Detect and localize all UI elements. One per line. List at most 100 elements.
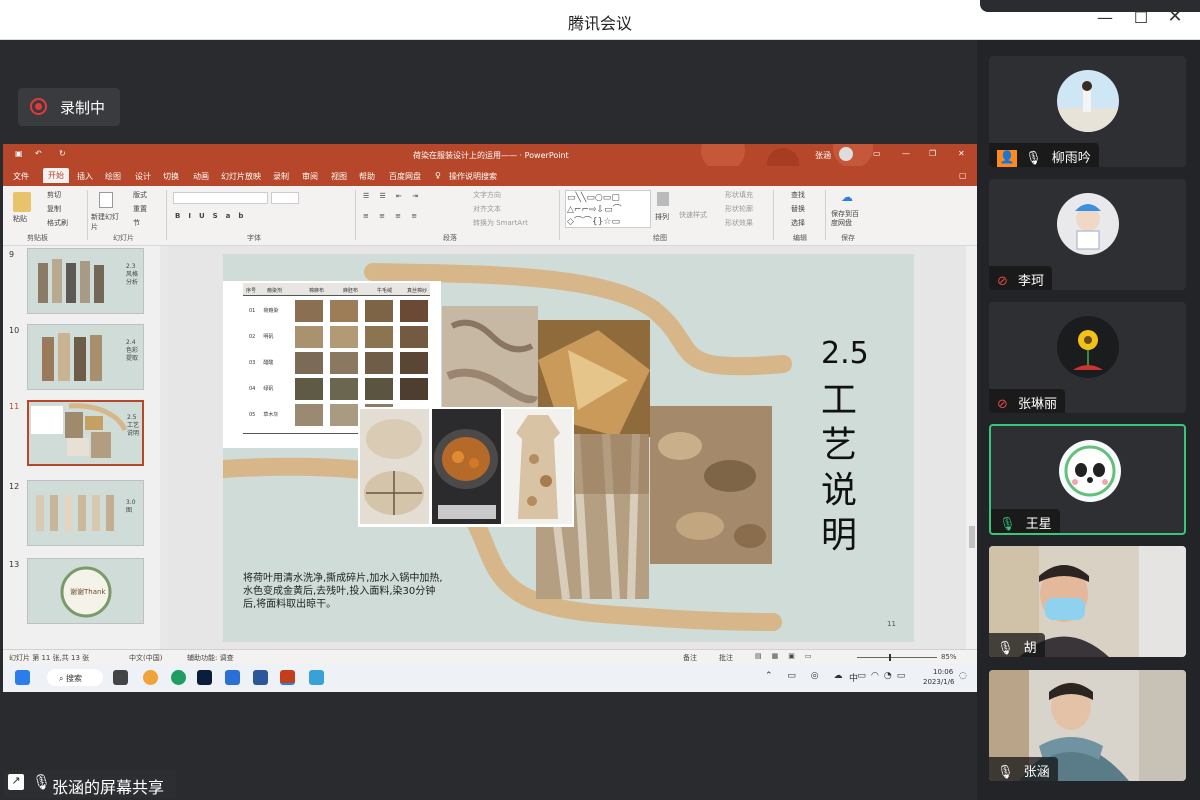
word-icon[interactable]: [253, 670, 268, 685]
ppt-restore-icon[interactable]: ❐: [929, 149, 936, 158]
section-button[interactable]: 节: [133, 218, 140, 228]
paste-icon[interactable]: [13, 192, 31, 212]
cut-button[interactable]: 剪切: [47, 190, 61, 200]
zoom-level[interactable]: 85%: [941, 653, 957, 661]
list-icons[interactable]: ☰ ☰ ⇤ ⇥: [363, 192, 422, 200]
participant-tile[interactable]: 🎙 张涵: [989, 670, 1186, 781]
participant-tile-active[interactable]: 🎙 王星: [989, 424, 1186, 535]
clock-time[interactable]: 10:06: [933, 668, 953, 676]
comment-icon[interactable]: ▢: [959, 171, 967, 180]
align-text-button[interactable]: 对齐文本: [473, 204, 501, 214]
paste-button[interactable]: 粘贴: [13, 214, 27, 224]
replace-button[interactable]: 替换: [791, 204, 805, 214]
shapes-gallery[interactable]: ▭╲╲▭○▭▢ △⌐⌐⇨⇩▭⌒ ◇⌒⌒{}☆▭: [565, 190, 651, 228]
layout-button[interactable]: 版式: [133, 190, 147, 200]
slide-thumbnail-12[interactable]: 3.0图: [27, 480, 144, 546]
shape-effects-button[interactable]: 形状效果: [725, 218, 753, 228]
ppt-close-icon[interactable]: ✕: [958, 149, 965, 158]
slide-thumbnail-13[interactable]: 谢谢Thank: [27, 558, 144, 624]
close-icon[interactable]: ✕: [1163, 6, 1187, 27]
save-icon[interactable]: ▣: [15, 149, 23, 158]
meeting-app-icon[interactable]: [225, 670, 240, 685]
notes-button[interactable]: 备注: [683, 653, 697, 663]
tab-design[interactable]: 设计: [135, 171, 151, 182]
slide-thumbnail-11[interactable]: 2.5工艺说明: [27, 400, 144, 466]
photoshop-icon[interactable]: [197, 670, 212, 685]
shape-outline-button[interactable]: 形状轮廓: [725, 204, 753, 214]
ppt-minimize-icon[interactable]: —: [902, 149, 910, 158]
tab-record[interactable]: 录制: [273, 171, 289, 182]
powerpoint-icon[interactable]: [280, 670, 295, 685]
user-avatar-icon[interactable]: [839, 147, 853, 161]
row-number: 05: [249, 412, 256, 418]
participant-tile[interactable]: ⊘ 李珂: [989, 179, 1186, 290]
view-icons[interactable]: ▤▦▣▭: [755, 652, 821, 660]
scroll-thumb[interactable]: [969, 526, 975, 548]
tab-insert[interactable]: 插入: [77, 171, 93, 182]
start-icon[interactable]: [15, 670, 30, 685]
zoom-slider[interactable]: [857, 654, 937, 661]
minimize-icon[interactable]: —: [1093, 8, 1117, 27]
thumbs-scrollbar[interactable]: [160, 246, 168, 649]
undo-icon[interactable]: ↶: [35, 149, 42, 158]
font-format-icons[interactable]: BIUSab: [175, 212, 251, 220]
tab-view[interactable]: 视图: [331, 171, 347, 182]
weather-icon[interactable]: [143, 670, 158, 685]
accessibility-status[interactable]: 辅助功能: 调查: [187, 653, 234, 663]
new-slide-icon[interactable]: [99, 192, 113, 208]
font-size-select[interactable]: [271, 192, 299, 204]
save-baidu-button[interactable]: 保存到百度网盘: [831, 210, 865, 228]
shape-fill-button[interactable]: 形状填充: [725, 190, 753, 200]
reset-button[interactable]: 重置: [133, 204, 147, 214]
font-name-select[interactable]: [173, 192, 268, 204]
notepad-icon[interactable]: [309, 670, 324, 685]
tab-transitions[interactable]: 切换: [163, 171, 179, 182]
participant-tile[interactable]: 👤 🎙 柳雨吟: [989, 56, 1186, 167]
mic-muted-icon: ⊘: [997, 397, 1008, 412]
search-tab[interactable]: 操作说明搜索: [449, 171, 497, 182]
tab-file[interactable]: 文件: [13, 171, 29, 182]
comments-button[interactable]: 批注: [719, 653, 733, 663]
slide-thumbnail-9[interactable]: 2.3风格分析: [27, 248, 144, 314]
share-indicator[interactable]: ↗ 🎙 张涵的屏幕共享: [4, 770, 176, 798]
ime-indicator[interactable]: 中: [849, 671, 858, 684]
network-volume-icons[interactable]: ◠◔▭: [871, 671, 910, 681]
language-status[interactable]: 中文(中国): [129, 653, 162, 663]
find-button[interactable]: 查找: [791, 190, 805, 200]
taskview-icon[interactable]: [113, 670, 128, 685]
copy-button[interactable]: 复制: [47, 204, 61, 214]
maximize-icon[interactable]: ☐: [1129, 8, 1153, 27]
arrange-button[interactable]: 排列: [655, 212, 669, 222]
recording-label: 录制中: [60, 99, 106, 117]
recording-indicator[interactable]: 录制中: [18, 88, 120, 126]
tab-animations[interactable]: 动画: [193, 171, 209, 182]
arrange-icon[interactable]: [657, 192, 669, 206]
redo-icon[interactable]: ↻: [59, 149, 66, 158]
group-drawing: 绘图: [653, 234, 667, 242]
current-slide[interactable]: 序号 瘾染剂 棉麻布 麻胚布 牛毛绒 真丝棉纱 01 荷瘾染 02 明矾 03 醋酸 …: [223, 254, 914, 642]
format-painter-button[interactable]: 格式刷: [47, 218, 68, 228]
slide-thumbnail-10[interactable]: 2.4色彩提取: [27, 324, 144, 390]
baidu-cloud-icon[interactable]: ☁: [841, 190, 853, 204]
ribbon-display-icon[interactable]: ▭: [873, 149, 881, 158]
clock-date[interactable]: 2023/1/6: [923, 678, 954, 686]
edge-icon[interactable]: [171, 670, 186, 685]
tab-help[interactable]: 帮助: [359, 171, 375, 182]
group-font: 字体: [247, 234, 261, 242]
tab-home[interactable]: 开始: [43, 168, 69, 183]
text-direction-button[interactable]: 文字方向: [473, 190, 501, 200]
quick-styles-button[interactable]: 快速样式: [679, 210, 707, 220]
new-slide-button[interactable]: 新建幻灯片: [91, 212, 125, 232]
tab-review[interactable]: 审阅: [302, 171, 318, 182]
select-button[interactable]: 选择: [791, 218, 805, 228]
tab-baidu[interactable]: 百度网盘: [389, 171, 421, 182]
smartart-button[interactable]: 转换为 SmartArt: [473, 218, 528, 228]
tab-draw[interactable]: 绘图: [105, 171, 121, 182]
zoom-thumb[interactable]: [889, 654, 891, 661]
taskbar-search[interactable]: ⌕ 搜索: [47, 669, 103, 686]
participant-tile[interactable]: 🎙 胡: [989, 546, 1186, 657]
align-icons[interactable]: ≡ ≡ ≡ ≡: [363, 212, 421, 220]
notification-icon[interactable]: ◌: [959, 671, 967, 681]
participant-tile[interactable]: ⊘ 张琳丽: [989, 302, 1186, 413]
tab-slideshow[interactable]: 幻灯片放映: [221, 171, 261, 182]
